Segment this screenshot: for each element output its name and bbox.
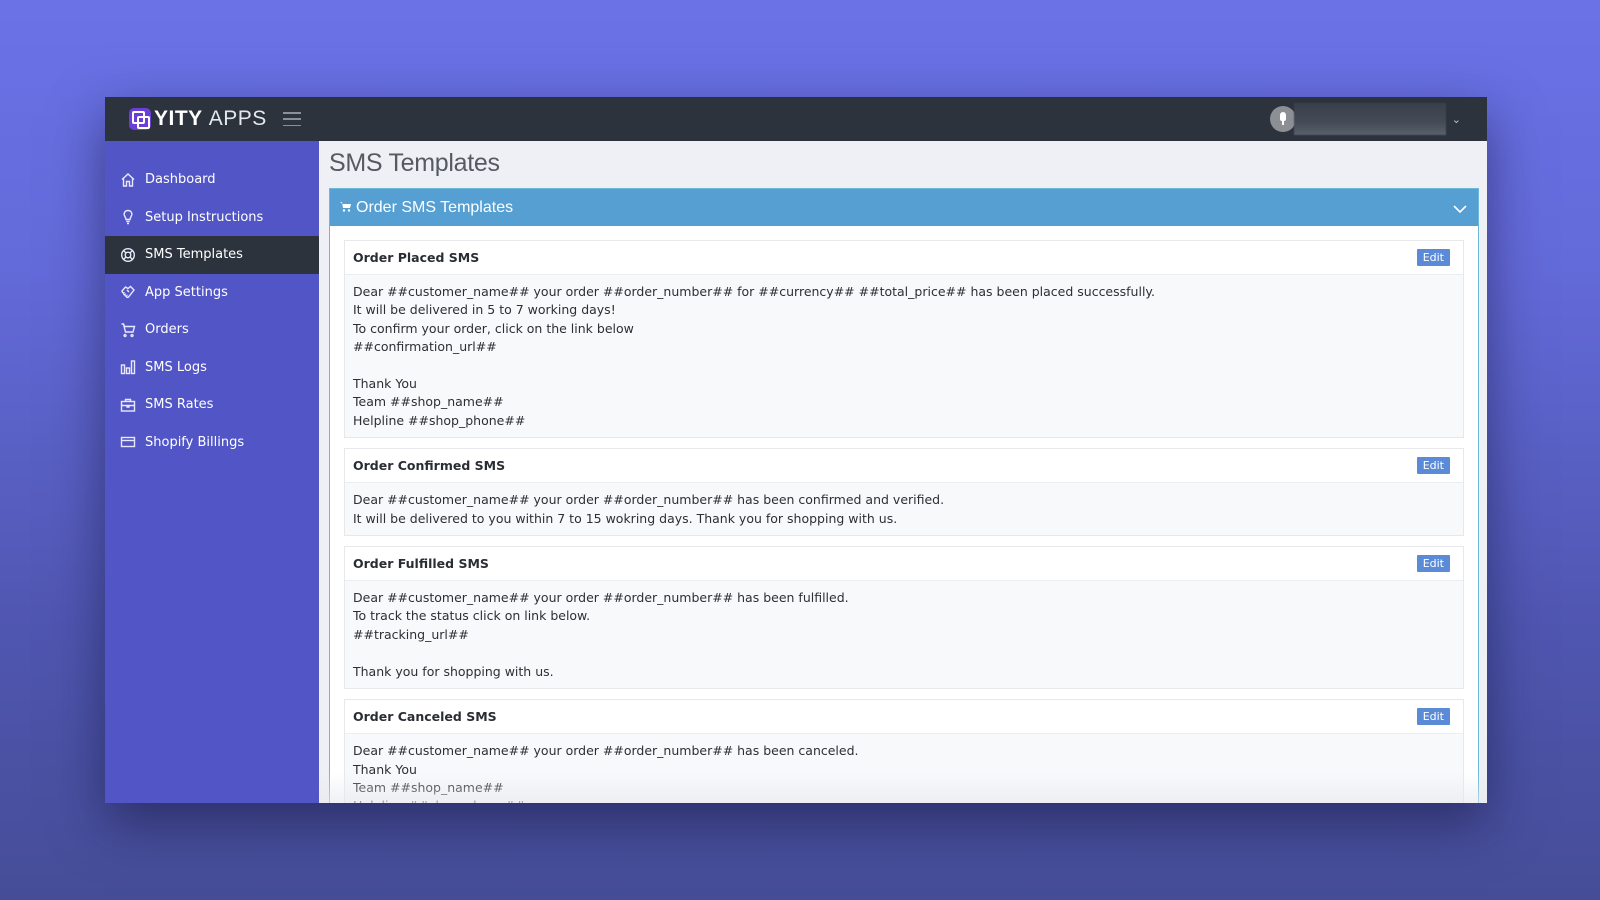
brand-logo[interactable]: YITY APPS (129, 107, 267, 131)
sidebar-item-label: SMS Rates (145, 397, 214, 413)
edit-button[interactable]: Edit (1416, 249, 1450, 266)
sidebar-item-setup-instructions[interactable]: Setup Instructions (105, 199, 319, 237)
sidebar-item-sms-rates[interactable]: SMS Rates (105, 386, 319, 424)
edit-button[interactable]: Edit (1416, 708, 1450, 726)
template-card-order-fulfilled: Order Fulfilled SMS Edit Dear ##customer… (344, 546, 1464, 690)
chevron-down-icon: ⌄ (1451, 112, 1461, 126)
sidebar-item-dashboard[interactable]: Dashboard (105, 161, 319, 199)
brand-name-strong: YITY (154, 107, 203, 130)
cart-icon (120, 322, 136, 338)
card-header: Order Confirmed SMS Edit (345, 449, 1463, 484)
sidebar-item-sms-templates[interactable]: SMS Templates (105, 236, 319, 274)
card-header: Order Fulfilled SMS Edit (345, 547, 1463, 582)
cart-icon (340, 198, 352, 217)
bar-chart-icon (120, 359, 136, 375)
handshake-icon (120, 284, 136, 300)
topbar: YITY APPS ⌄ (105, 97, 1487, 141)
brand-name-light: APPS (208, 107, 267, 130)
card-title: Order Placed SMS (353, 250, 480, 265)
user-menu[interactable]: ⌄ (1269, 103, 1461, 135)
template-body: Dear ##customer_name## your order ##orde… (345, 734, 1463, 803)
edit-button[interactable]: Edit (1416, 555, 1450, 573)
order-sms-templates-panel: Order SMS Templates Order Placed SMS Edi… (329, 188, 1479, 803)
avatar (1269, 106, 1296, 132)
template-body: Dear ##customer_name## your order ##orde… (345, 581, 1463, 689)
sidebar-item-label: Shopify Billings (145, 434, 245, 450)
sidebar-item-label: Orders (145, 322, 189, 338)
card-header: Order Canceled SMS Edit (345, 700, 1463, 735)
main-content: SMS Templates Order SMS Templates Order … (319, 141, 1487, 803)
page-title: SMS Templates (329, 149, 500, 177)
lightbulb-icon (120, 209, 136, 225)
card-title: Order Confirmed SMS (353, 458, 506, 474)
sidebar-item-label: SMS Templates (145, 247, 243, 263)
sidebar-item-label: Dashboard (145, 172, 216, 188)
template-body: Dear ##customer_name## your order ##orde… (345, 483, 1463, 536)
template-card-order-placed: Order Placed SMS Edit Dear ##customer_na… (344, 240, 1464, 439)
lifebuoy-icon (120, 247, 136, 263)
card-title: Order Canceled SMS (353, 709, 497, 725)
chevron-down-icon[interactable] (1452, 200, 1468, 219)
sidebar-item-label: SMS Logs (145, 359, 207, 375)
sidebar-item-orders[interactable]: Orders (105, 311, 319, 349)
sidebar-item-app-settings[interactable]: App Settings (105, 274, 319, 312)
sidebar-item-label: Setup Instructions (145, 209, 264, 225)
sidebar-item-label: App Settings (145, 284, 228, 300)
template-card-order-confirmed: Order Confirmed SMS Edit Dear ##customer… (344, 448, 1464, 537)
menu-toggle-icon[interactable] (282, 112, 301, 126)
sidebar-item-sms-logs[interactable]: SMS Logs (105, 349, 319, 387)
logo-icon (129, 108, 151, 130)
app-window: YITY APPS ⌄ Dashboard Setup Instructions… (105, 97, 1487, 803)
panel-body: Order Placed SMS Edit Dear ##customer_na… (330, 226, 1478, 803)
home-icon (120, 172, 136, 188)
briefcase-icon (120, 397, 136, 413)
template-body: Dear ##customer_name## your order ##orde… (345, 275, 1463, 438)
user-name-redacted (1293, 103, 1446, 135)
card-header: Order Placed SMS Edit (345, 241, 1463, 275)
sidebar-item-shopify-billings[interactable]: Shopify Billings (105, 424, 319, 462)
template-card-order-canceled: Order Canceled SMS Edit Dear ##customer_… (344, 699, 1464, 803)
panel-header[interactable]: Order SMS Templates (330, 189, 1478, 226)
panel-title: Order SMS Templates (356, 198, 514, 216)
card-title: Order Fulfilled SMS (353, 556, 489, 572)
sidebar: Dashboard Setup Instructions SMS Templat… (105, 141, 319, 803)
credit-card-icon (120, 434, 136, 450)
edit-button[interactable]: Edit (1416, 457, 1450, 475)
